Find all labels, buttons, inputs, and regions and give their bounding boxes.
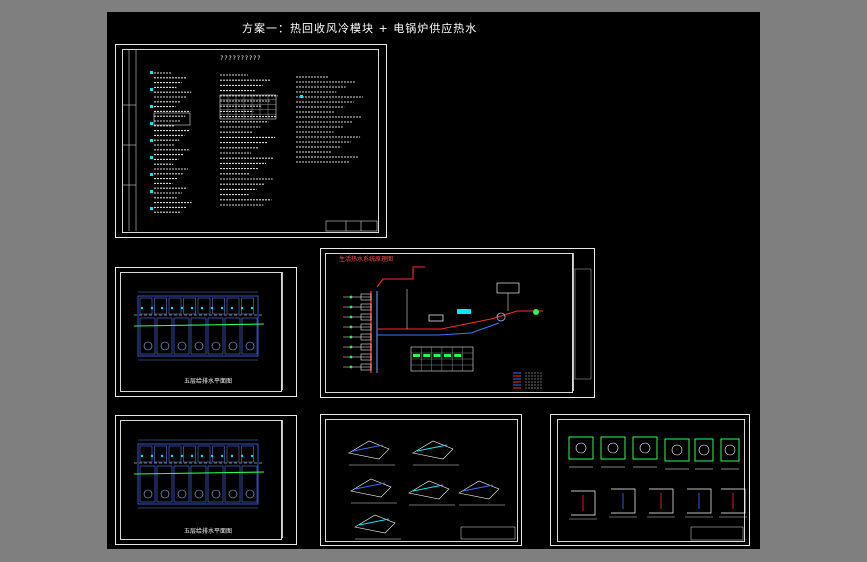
drawing-title: 方案一：热回收风冷模块 + 电锅炉供应热水	[242, 22, 478, 35]
sheet-system-diagram[interactable]: 生活热水系统原理图	[320, 248, 595, 398]
floor-plan-1-caption: 五层给排水平面图	[184, 378, 233, 385]
sheet-floor-plan-1[interactable]: 五层给排水平面图	[115, 267, 297, 397]
sheet-floor-plan-2[interactable]: 五层给排水平面图	[115, 415, 297, 545]
cad-workspace: 方案一：热回收风冷模块 + 电锅炉供应热水 ?????????? 五层给排水平面…	[0, 0, 867, 562]
system-diagram-drawing	[343, 266, 592, 389]
floor-plan-2-drawing	[133, 439, 265, 509]
floor-plan-1-linework	[133, 291, 265, 361]
floor-plan-2-caption: 五层给排水平面图	[184, 528, 233, 535]
floor-plan-2-linework	[133, 439, 265, 509]
notes-body	[122, 49, 378, 232]
sheet-design-notes[interactable]: ??????????	[115, 44, 387, 238]
equipment-drawing	[568, 436, 747, 541]
sheet-details[interactable]	[320, 414, 522, 546]
sheet-equipment[interactable]	[550, 414, 750, 546]
details-drawing	[348, 440, 516, 540]
model-space-viewport[interactable]: 方案一：热回收风冷模块 + 电锅炉供应热水 ?????????? 五层给排水平面…	[107, 12, 760, 549]
